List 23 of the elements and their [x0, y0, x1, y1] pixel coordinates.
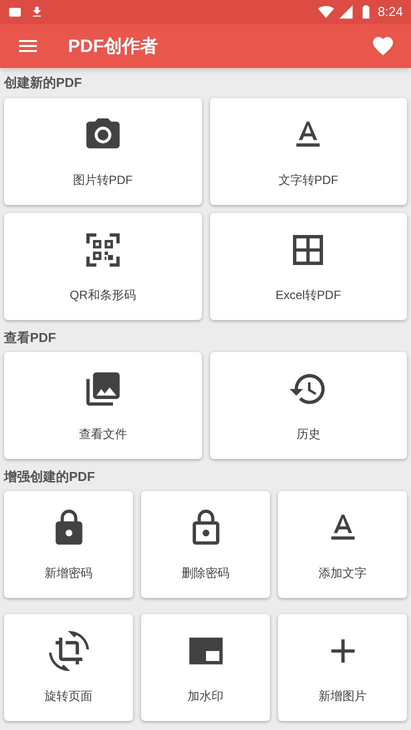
section-title: 增强创建的PDF [4, 468, 95, 486]
tool-card[interactable]: QR和条形码 [4, 213, 202, 320]
tool-card[interactable]: 新增图片 [278, 614, 407, 721]
signal-icon [338, 4, 354, 20]
tool-card[interactable]: 旋转页面 [4, 614, 133, 721]
section-title: 创建新的PDF [4, 74, 82, 92]
tool-card[interactable]: 添加文字 [278, 491, 407, 598]
tool-card[interactable]: 加水印 [141, 614, 270, 721]
tool-card[interactable]: 历史 [210, 352, 407, 459]
tool-card[interactable]: 新增密码 [4, 491, 133, 598]
status-time: 8:24 [378, 3, 403, 22]
wifi-icon [318, 4, 334, 20]
download-icon [30, 5, 44, 19]
crop-rotate-icon [48, 630, 88, 670]
tool-card[interactable]: 文字转PDF [210, 98, 407, 205]
tool-card[interactable]: 删除密码 [141, 491, 270, 598]
tool-card[interactable]: 图片转PDF [4, 98, 202, 205]
app-title: PDF创作者 [68, 34, 158, 58]
tool-card[interactable]: Excel转PDF [210, 213, 407, 320]
heart-icon[interactable] [371, 34, 395, 58]
notification-icon [8, 5, 22, 19]
tool-card[interactable]: 查看文件 [4, 352, 202, 459]
section-title: 查看PDF [4, 329, 56, 348]
